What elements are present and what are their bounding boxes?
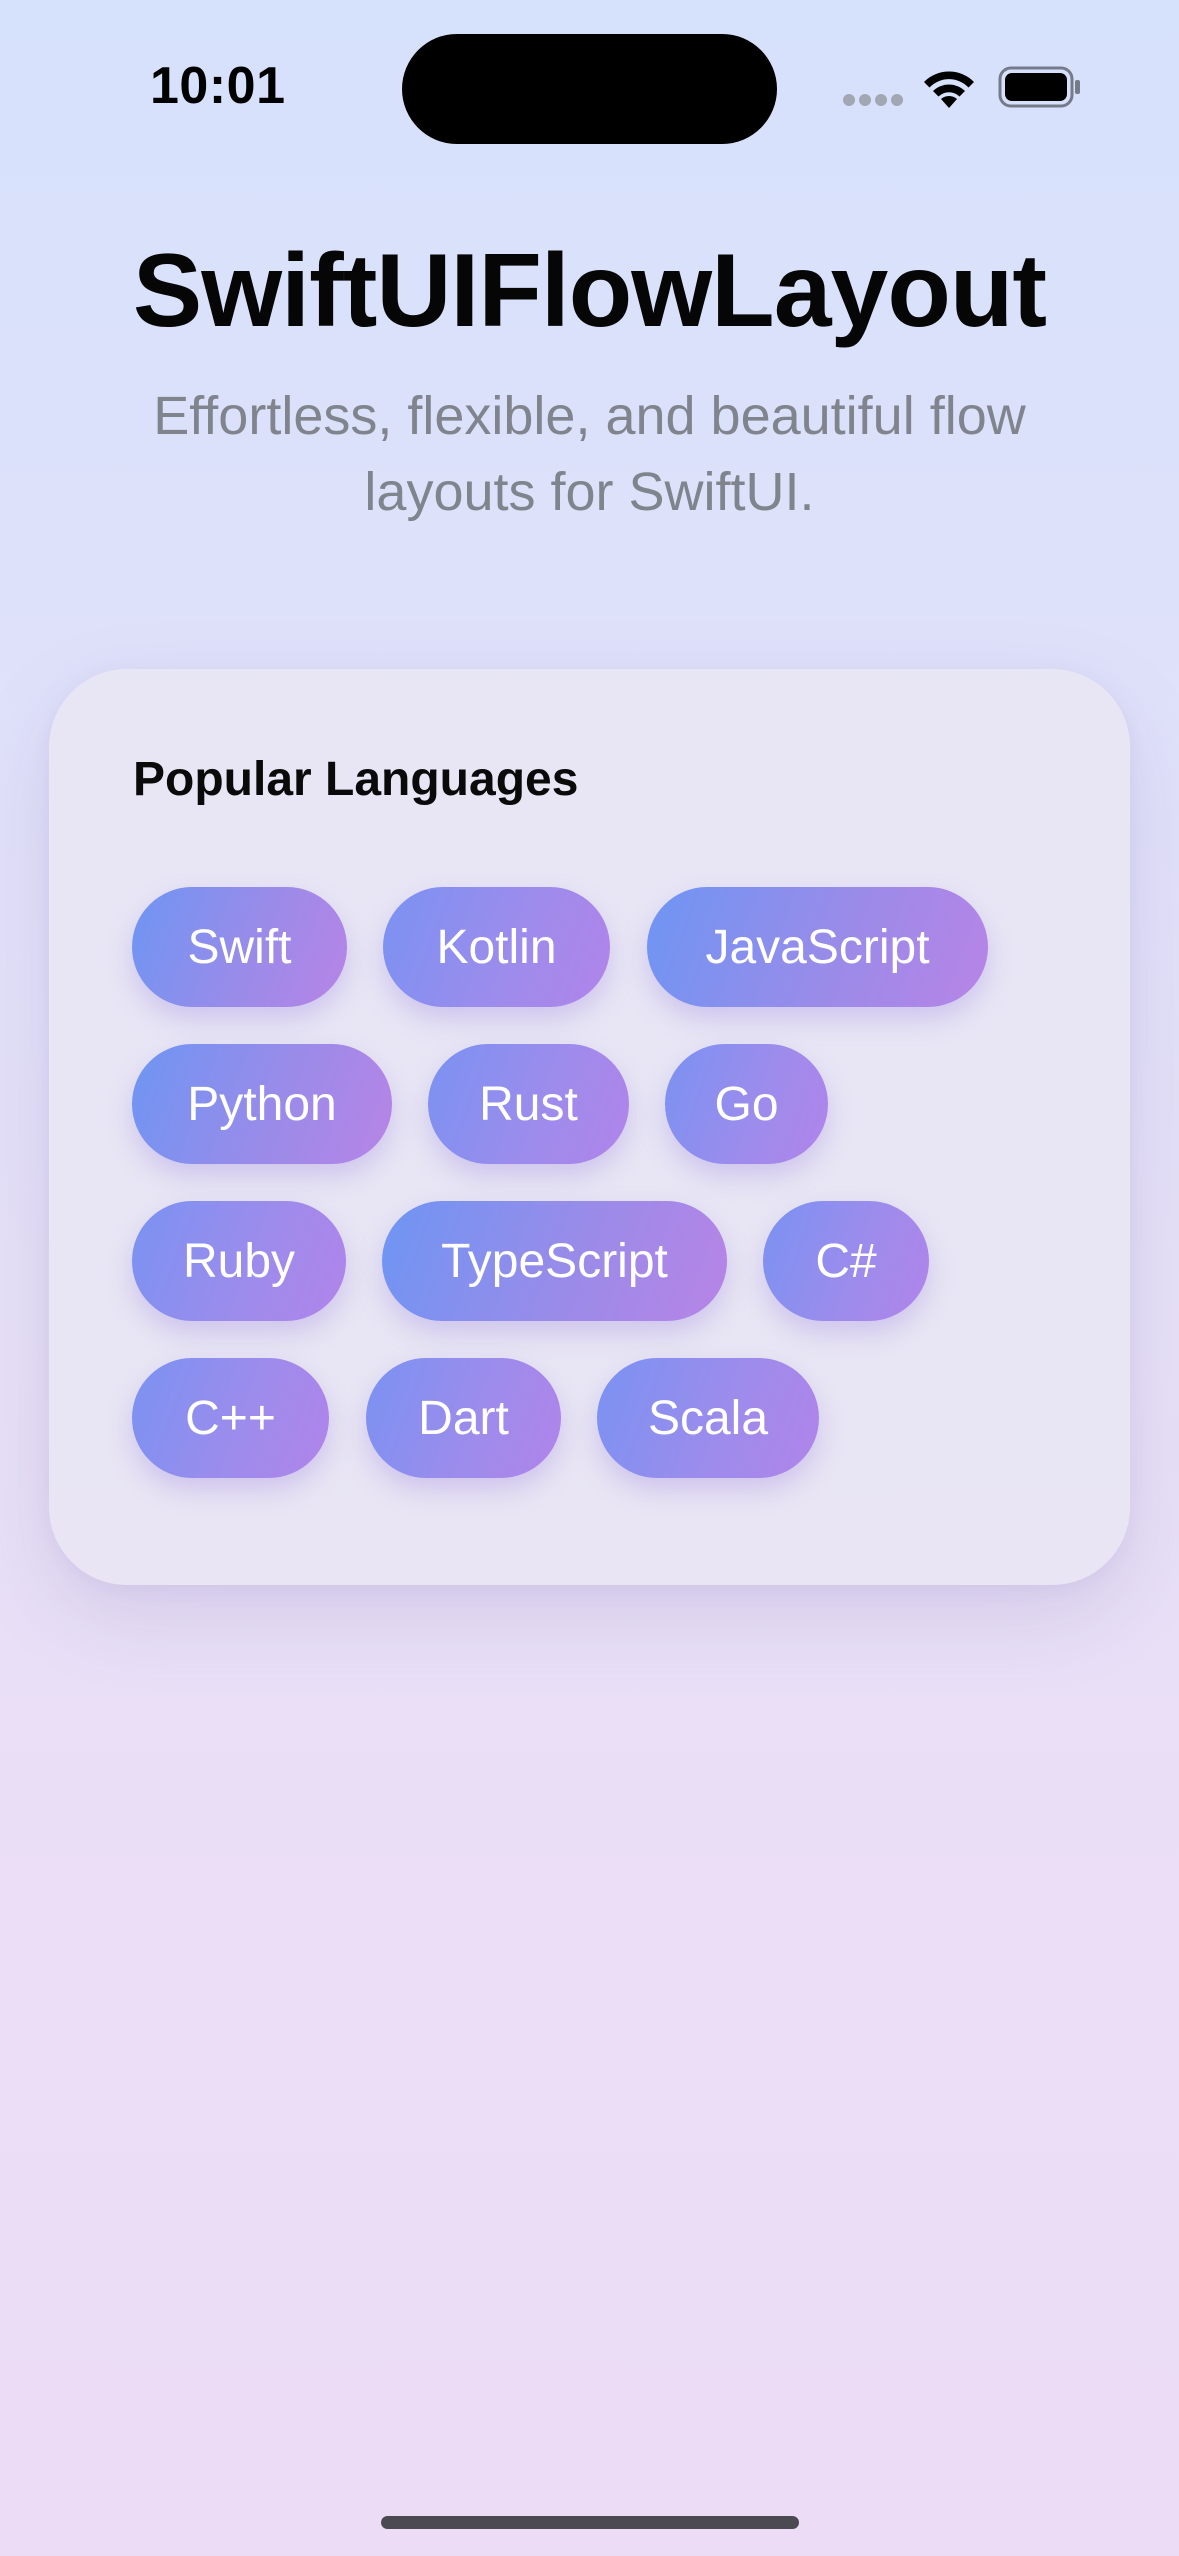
wifi-icon [924, 71, 974, 108]
tag-csharp[interactable]: C# [763, 1201, 929, 1321]
tag-go[interactable]: Go [665, 1044, 828, 1164]
tag-kotlin[interactable]: Kotlin [383, 887, 610, 1007]
status-bar: 10:01 [0, 0, 1179, 170]
tag-typescript[interactable]: TypeScript [382, 1201, 727, 1321]
status-time: 10:01 [150, 57, 286, 115]
page-subtitle: Effortless, flexible, and beautiful flow… [90, 378, 1089, 530]
tag-cpp[interactable]: C++ [132, 1358, 329, 1478]
dynamic-island [402, 34, 777, 144]
subtitle-line-2: layouts for SwiftUI. [364, 462, 815, 522]
tag-scala[interactable]: Scala [597, 1358, 819, 1478]
card-title: Popular Languages [133, 753, 579, 806]
home-indicator[interactable] [381, 2516, 799, 2529]
subtitle-line-1: Effortless, flexible, and beautiful flow [153, 386, 1026, 446]
tag-swift[interactable]: Swift [132, 887, 347, 1007]
tag-python[interactable]: Python [132, 1044, 392, 1164]
cellular-signal-icon [843, 94, 903, 106]
tag-ruby[interactable]: Ruby [132, 1201, 346, 1321]
battery-icon [998, 66, 1080, 108]
tag-dart[interactable]: Dart [366, 1358, 561, 1478]
tag-rust[interactable]: Rust [428, 1044, 629, 1164]
tag-javascript[interactable]: JavaScript [647, 887, 988, 1007]
page-title: SwiftUIFlowLayout [132, 233, 1047, 349]
